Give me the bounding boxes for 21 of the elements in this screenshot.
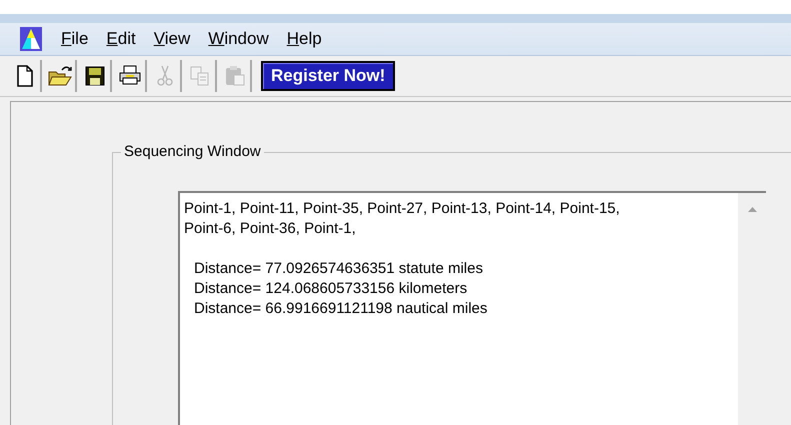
menu-item[interactable]: Edit [97,29,145,49]
distance-line: Distance= 66.9916691121198 nautical miles [193,299,488,319]
menu-item[interactable]: File [52,29,98,49]
output-text-area[interactable] [178,191,766,425]
distance-line: Distance= 77.0926574636351 statute miles [193,259,484,279]
route-line: Point-6, Point-36, Point-1, [184,219,357,239]
printer-icon [118,65,142,87]
menu-item[interactable]: Help [278,29,331,49]
open-folder-icon [47,65,73,87]
group-title: Sequencing Window [121,143,264,160]
app-logo-icon [20,27,42,51]
vertical-scrollbar[interactable] [738,193,766,425]
distance-line: Distance= 124.068605733156 kilometers [193,279,468,299]
menu-item[interactable]: View [144,29,200,49]
clipboard-icon [224,65,246,87]
route-line: Point-1, Point-11, Point-35, Point-27, Point-13, Point-14, Point-15, [184,199,621,219]
new-document-icon [15,65,35,87]
register-button[interactable]: Register Now! [261,61,396,91]
copy-icon [189,65,211,87]
menu-item[interactable]: Window [199,29,278,49]
scissors-icon [155,65,175,87]
